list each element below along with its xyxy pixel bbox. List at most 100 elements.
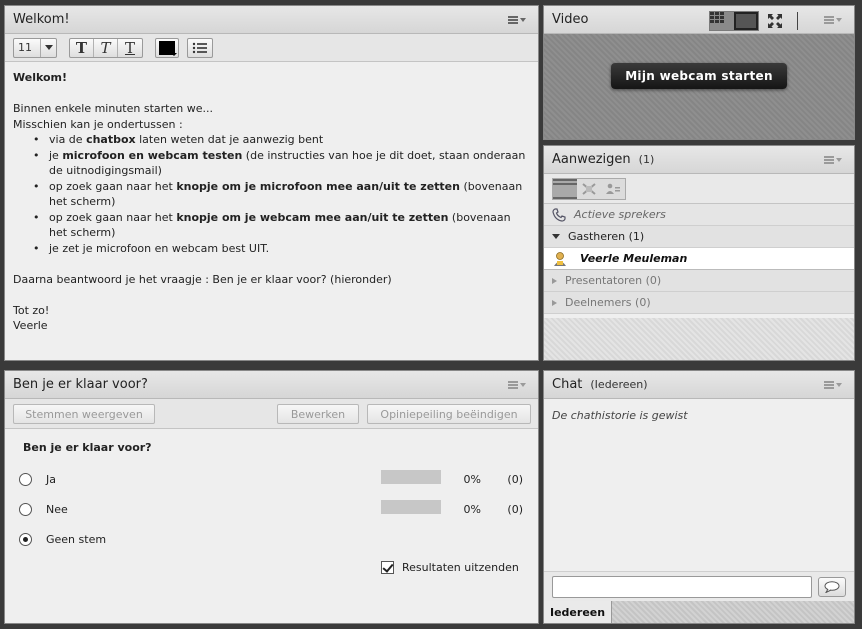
broadcast-results-row[interactable]: Resultaten uitzenden [381, 561, 519, 574]
single-view-icon[interactable] [734, 12, 758, 30]
active-speakers-row: Actieve sprekers [544, 204, 854, 226]
grid-view-icon[interactable] [710, 12, 734, 30]
video-pod-header: Video [544, 6, 854, 34]
host-attendee-row[interactable]: Veerle Meuleman [544, 248, 854, 270]
collapsed-triangle-icon [552, 277, 557, 284]
poll-option-nee[interactable]: Nee [19, 503, 68, 516]
poll-pod-header: Ben je er klaar voor? [5, 371, 538, 399]
send-message-button[interactable] [818, 576, 846, 597]
chat-pod-title: Chat [552, 377, 583, 392]
video-layout-toggle [709, 11, 759, 31]
active-speakers-label: Actieve sprekers [574, 208, 666, 221]
start-webcam-button[interactable]: Mijn webcam starten [611, 62, 787, 89]
poll-result-percent: 0% [463, 503, 481, 516]
attendees-count: (1) [638, 153, 655, 166]
poll-pod-menu-icon[interactable] [508, 379, 526, 391]
radio-button-selected[interactable] [19, 533, 32, 546]
chat-message-input[interactable] [552, 575, 812, 598]
welkom-pod-title: Welkom! [13, 12, 70, 27]
chevron-down-icon[interactable] [40, 38, 56, 57]
collapsed-triangle-icon [552, 299, 557, 306]
bullet-list-button[interactable] [187, 37, 213, 58]
hosts-group-row[interactable]: Gastheren (1) [544, 226, 854, 248]
poll-question: Ben je er klaar voor? [23, 441, 152, 454]
participants-group-label: Deelnemers (0) [565, 296, 651, 309]
radio-button[interactable] [19, 473, 32, 486]
chat-pod-header: Chat (Iedereen) [544, 371, 854, 399]
content-line: Veerle [13, 319, 48, 332]
list-item: je zet je microfoon en webcam best UIT. [33, 241, 530, 257]
attendees-empty-area [544, 318, 854, 360]
list-item: op zoek gaan naar het knopje om je micro… [33, 179, 530, 210]
presenters-group-row[interactable]: Presentatoren (0) [544, 270, 854, 292]
text-style-group: T T T [69, 37, 143, 58]
video-area: Mijn webcam starten [544, 34, 854, 139]
underline-icon[interactable]: T [118, 39, 142, 57]
status-view-icon[interactable] [601, 178, 625, 199]
chat-pod-menu-icon[interactable] [824, 379, 842, 391]
list-view-icon[interactable] [553, 178, 577, 199]
poll-option-label: Ja [46, 473, 56, 486]
welkom-pod: Welkom! 11 T T T Welkom! Binnen enkele m… [4, 5, 539, 361]
video-pod: Video Mijn webcam starten [543, 5, 855, 140]
chat-history-cleared-message: De chathistorie is gewist [552, 409, 688, 422]
breakout-view-icon[interactable] [577, 178, 601, 199]
poll-option-ja[interactable]: Ja [19, 473, 56, 486]
text-color-button[interactable] [155, 37, 179, 58]
video-pod-menu-icon[interactable] [824, 14, 842, 26]
poll-result-bar [381, 470, 441, 484]
broadcast-results-checkbox[interactable] [381, 561, 394, 574]
bullet-list-icon [192, 42, 207, 53]
attendees-pod: Aanwezigen (1) Actieve sprekers Gasthere… [543, 145, 855, 361]
font-size-select[interactable]: 11 [13, 37, 57, 58]
content-heading: Welkom! [13, 71, 68, 84]
attendees-pod-menu-icon[interactable] [824, 154, 842, 166]
poll-option-geen-stem[interactable]: Geen stem [19, 533, 106, 546]
welkom-pod-header: Welkom! [5, 6, 538, 34]
attendees-pod-title: Aanwezigen [552, 152, 631, 167]
bold-icon[interactable]: T [70, 38, 94, 57]
poll-result-count: (0) [507, 503, 523, 516]
video-pod-title: Video [552, 12, 589, 27]
participants-group-row[interactable]: Deelnemers (0) [544, 292, 854, 314]
italic-icon[interactable]: T [94, 38, 118, 57]
expanded-triangle-icon [552, 234, 560, 239]
welkom-content[interactable]: Welkom! Binnen enkele minuten starten we… [5, 62, 538, 342]
fullscreen-icon[interactable] [767, 13, 783, 29]
attendees-view-toolbar [544, 174, 854, 204]
presenters-group-label: Presentatoren (0) [565, 274, 662, 287]
radio-button[interactable] [19, 503, 32, 516]
attendees-view-toggle [552, 177, 626, 200]
chat-pod: Chat (Iedereen) De chathistorie is gewis… [543, 370, 855, 624]
host-user-icon [554, 251, 566, 266]
poll-result-count: (0) [507, 473, 523, 486]
list-item: op zoek gaan naar het knopje om je webca… [33, 210, 530, 241]
poll-result-bar [381, 500, 441, 514]
chat-tabs: Iedereen [544, 601, 854, 623]
font-size-value: 11 [18, 41, 32, 54]
content-line: Misschien kan je ondertussen : [13, 117, 183, 131]
text-format-toolbar: 11 T T T [5, 34, 538, 62]
attendees-pod-header: Aanwezigen (1) [544, 146, 854, 174]
chat-input-row [544, 571, 854, 601]
content-line: Tot zo! [13, 303, 50, 317]
poll-option-label: Nee [46, 503, 68, 516]
poll-pod-title: Ben je er klaar voor? [13, 377, 148, 392]
poll-result-percent: 0% [463, 473, 481, 486]
host-name: Veerle Meuleman [580, 252, 688, 265]
welkom-pod-menu-icon[interactable] [508, 14, 526, 26]
poll-pod: Ben je er klaar voor? Stemmen weergeven … [4, 370, 539, 624]
list-item: via de chatbox laten weten dat je aanwez… [33, 132, 530, 148]
broadcast-results-label: Resultaten uitzenden [402, 561, 519, 574]
poll-option-label: Geen stem [46, 533, 107, 546]
edit-poll-button[interactable]: Bewerken [277, 404, 359, 424]
content-line: Binnen enkele minuten starten we... [13, 102, 213, 115]
phone-icon [552, 207, 566, 222]
chat-history: De chathistorie is gewist [544, 399, 854, 571]
chat-tab-everyone[interactable]: Iedereen [544, 601, 613, 623]
show-votes-button[interactable]: Stemmen weergeven [13, 404, 155, 424]
end-poll-button[interactable]: Opiniepeiling beëindigen [367, 404, 531, 424]
poll-toolbar: Stemmen weergeven Bewerken Opiniepeiling… [5, 399, 538, 429]
list-item: je microfoon en webcam testen (de instru… [33, 148, 530, 179]
bullet-list: via de chatbox laten weten dat je aanwez… [13, 132, 530, 256]
